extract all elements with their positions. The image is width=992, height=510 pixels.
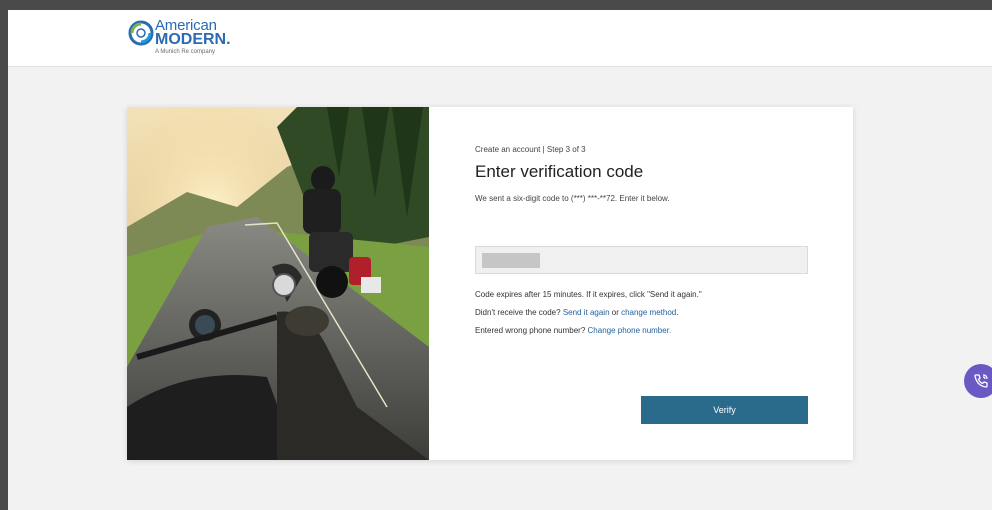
hero-illustration bbox=[127, 107, 429, 460]
page-title: Enter verification code bbox=[475, 162, 644, 181]
change-method-link[interactable]: change method bbox=[621, 308, 676, 317]
send-again-link[interactable]: Send it again bbox=[563, 308, 610, 317]
brand-name-line2: MODERN. bbox=[155, 31, 231, 48]
site-header: American MODERN. A Munich Re company bbox=[8, 10, 992, 67]
verification-card: Create an account | Step 3 of 3 Enter ve… bbox=[127, 107, 853, 460]
window-frame-top bbox=[0, 0, 992, 10]
verification-form: Create an account | Step 3 of 3 Enter ve… bbox=[475, 107, 815, 460]
chat-support-button[interactable] bbox=[964, 364, 992, 398]
verify-button[interactable]: Verify bbox=[641, 396, 808, 424]
wrong-number-prompt: Entered wrong phone number? bbox=[475, 326, 588, 335]
step-indicator: Create an account | Step 3 of 3 bbox=[475, 145, 586, 154]
wrong-number-options: Entered wrong phone number? Change phone… bbox=[475, 326, 671, 335]
brand-tagline: A Munich Re company bbox=[155, 49, 216, 55]
resend-options: Didn't receive the code? Send it again o… bbox=[475, 308, 678, 317]
phone-chat-icon bbox=[974, 374, 988, 388]
hero-image-motorcycles bbox=[127, 107, 429, 460]
resend-prompt: Didn't receive the code? bbox=[475, 308, 563, 317]
change-phone-link[interactable]: Change phone number. bbox=[588, 326, 672, 335]
window-frame-left bbox=[0, 0, 8, 510]
logo-mark-icon bbox=[128, 20, 154, 46]
sentence-period: . bbox=[676, 308, 679, 317]
masked-code-value bbox=[482, 253, 540, 268]
code-expiry-note: Code expires after 15 minutes. If it exp… bbox=[475, 290, 702, 299]
or-separator: or bbox=[609, 308, 622, 317]
brand-logo[interactable]: American MODERN. A Munich Re company bbox=[128, 16, 248, 60]
code-sent-message: We sent a six-digit code to (***) ***-**… bbox=[475, 194, 670, 203]
